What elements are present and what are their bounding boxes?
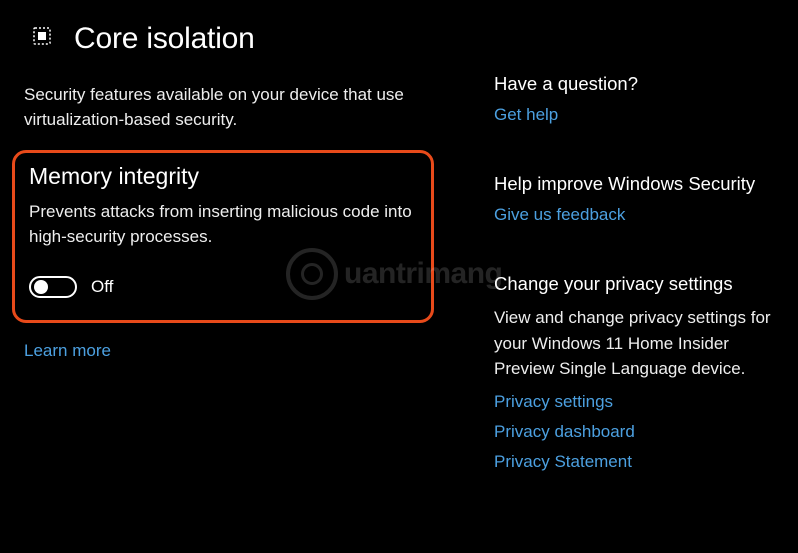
question-section: Have a question? Get help xyxy=(494,73,774,125)
privacy-section: Change your privacy settings View and ch… xyxy=(494,273,774,472)
privacy-body: View and change privacy settings for you… xyxy=(494,305,774,382)
page-subtitle: Security features available on your devi… xyxy=(24,83,424,132)
memory-integrity-section: Memory integrity Prevents attacks from i… xyxy=(12,150,434,322)
improve-section: Help improve Windows Security Give us fe… xyxy=(494,173,774,225)
privacy-statement-link[interactable]: Privacy Statement xyxy=(494,452,774,472)
core-isolation-icon xyxy=(24,18,60,59)
question-heading: Have a question? xyxy=(494,73,774,95)
privacy-heading: Change your privacy settings xyxy=(494,273,774,295)
get-help-link[interactable]: Get help xyxy=(494,105,774,125)
page-title: Core isolation xyxy=(74,22,255,56)
privacy-settings-link[interactable]: Privacy settings xyxy=(494,392,774,412)
improve-heading: Help improve Windows Security xyxy=(494,173,774,195)
page-header: Core isolation xyxy=(24,18,434,59)
privacy-dashboard-link[interactable]: Privacy dashboard xyxy=(494,422,774,442)
toggle-knob xyxy=(34,280,48,294)
memory-integrity-title: Memory integrity xyxy=(29,163,417,190)
memory-integrity-toggle[interactable] xyxy=(29,276,77,298)
memory-integrity-description: Prevents attacks from inserting maliciou… xyxy=(29,200,417,249)
toggle-state-label: Off xyxy=(91,277,113,297)
feedback-link[interactable]: Give us feedback xyxy=(494,205,774,225)
learn-more-link[interactable]: Learn more xyxy=(24,341,434,361)
